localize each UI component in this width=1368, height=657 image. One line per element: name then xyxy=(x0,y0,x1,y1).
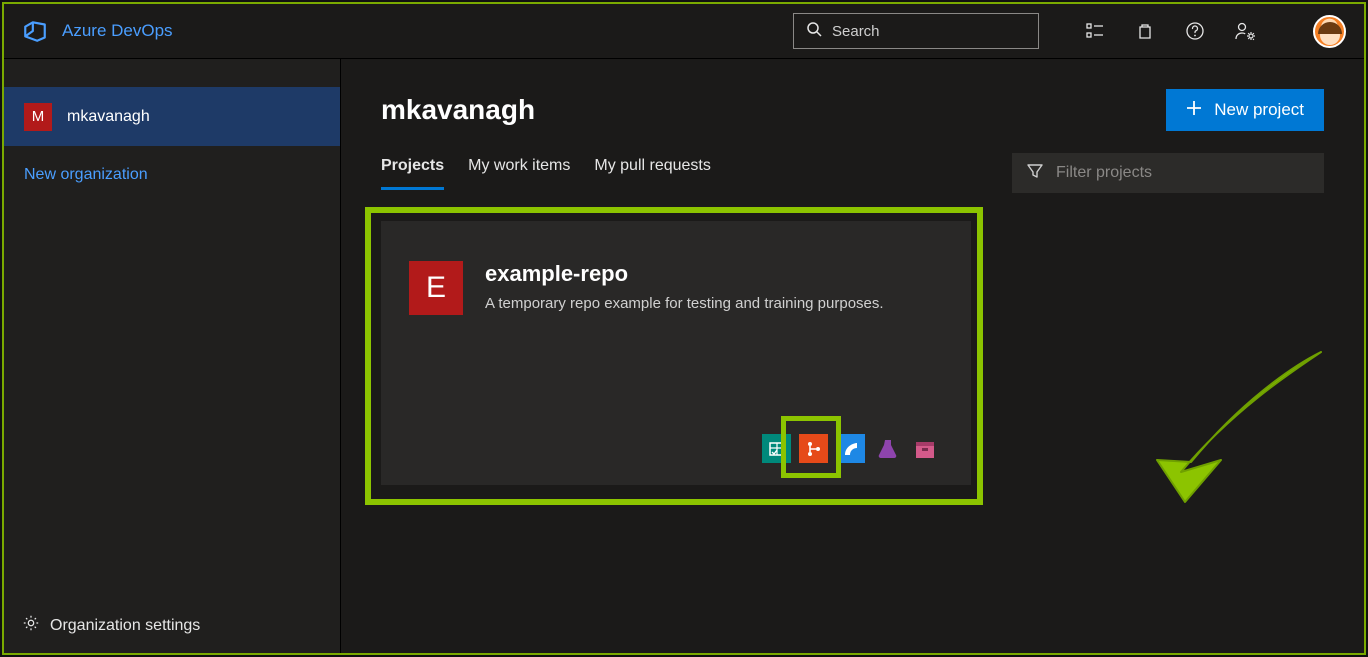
azure-devops-logo-icon xyxy=(22,18,48,44)
tabs: Projects My work items My pull requests xyxy=(381,157,711,190)
header: Azure DevOps xyxy=(4,4,1364,59)
sidebar: M mkavanagh New organization Organizatio… xyxy=(4,59,341,653)
help-icon[interactable] xyxy=(1183,19,1207,43)
annotation-arrow xyxy=(1151,342,1341,517)
test-plans-icon[interactable] xyxy=(873,434,902,463)
brand-link[interactable]: Azure DevOps xyxy=(22,18,173,44)
artifacts-icon[interactable] xyxy=(910,434,939,463)
search-icon xyxy=(806,21,822,42)
tab-projects[interactable]: Projects xyxy=(381,157,444,190)
pipelines-icon[interactable] xyxy=(836,434,865,463)
organization-settings-link[interactable]: Organization settings xyxy=(4,598,340,653)
new-project-label: New project xyxy=(1214,100,1304,120)
tab-pull-requests[interactable]: My pull requests xyxy=(594,157,711,190)
new-org-label: New organization xyxy=(24,166,148,183)
new-organization-link[interactable]: New organization xyxy=(4,146,340,204)
org-avatar: M xyxy=(24,103,52,131)
project-description: A temporary repo example for testing and… xyxy=(485,293,884,315)
plus-icon xyxy=(1186,100,1202,121)
main-content: mkavanagh New project Projects My work i… xyxy=(341,59,1364,653)
tab-work-items[interactable]: My work items xyxy=(468,157,570,190)
gear-icon xyxy=(22,614,40,637)
project-avatar-initial: E xyxy=(426,271,446,305)
project-name: example-repo xyxy=(485,261,884,287)
project-service-icons xyxy=(762,434,939,463)
repos-icon[interactable] xyxy=(799,434,828,463)
project-card[interactable]: E example-repo A temporary repo example … xyxy=(381,221,971,485)
user-settings-icon[interactable] xyxy=(1233,19,1257,43)
new-project-button[interactable]: New project xyxy=(1166,89,1324,131)
avatar[interactable] xyxy=(1313,15,1346,48)
search-box[interactable] xyxy=(793,13,1039,49)
org-avatar-initial: M xyxy=(32,108,45,125)
filter-icon xyxy=(1026,162,1044,185)
org-label: mkavanagh xyxy=(67,108,150,126)
project-avatar: E xyxy=(409,261,463,315)
boards-icon[interactable] xyxy=(762,434,791,463)
marketplace-icon[interactable] xyxy=(1133,19,1157,43)
brand-label: Azure DevOps xyxy=(62,21,173,41)
filter-projects-input[interactable] xyxy=(1056,164,1310,182)
org-settings-label: Organization settings xyxy=(50,617,200,635)
work-items-icon[interactable] xyxy=(1083,19,1107,43)
page-title: mkavanagh xyxy=(381,94,535,126)
filter-projects-box[interactable] xyxy=(1012,153,1324,193)
search-input[interactable] xyxy=(832,23,1026,40)
sidebar-org-item[interactable]: M mkavanagh xyxy=(4,87,340,146)
